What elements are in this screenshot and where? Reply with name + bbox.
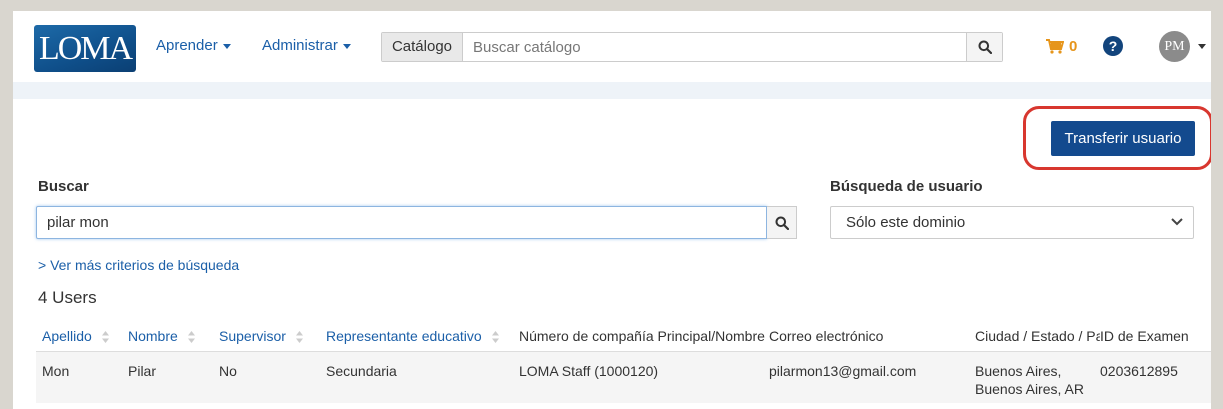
cell-rep: Secundaria	[326, 351, 519, 403]
subheader-strip	[13, 82, 1211, 99]
cell-first-name: Pilar	[128, 351, 219, 403]
catalog-label[interactable]: Catálogo	[382, 33, 463, 61]
catalog-search-input[interactable]	[463, 33, 966, 61]
users-table: Apellido Nombre Supervisor Representante…	[36, 324, 1211, 403]
column-header-supervisor[interactable]: Supervisor	[219, 324, 326, 352]
user-search-input[interactable]	[36, 206, 767, 239]
cell-last-name: Mon	[36, 351, 128, 403]
results-count: 4 Users	[38, 288, 97, 307]
caret-down-icon	[222, 43, 231, 49]
cell-city: Buenos Aires, Buenos Aires, AR	[975, 351, 1100, 403]
search-icon	[978, 40, 992, 54]
frame-right	[1211, 0, 1223, 409]
user-search-button[interactable]	[767, 206, 797, 239]
cell-email: pilarmon13@gmail.com	[769, 351, 975, 403]
help-icon[interactable]: ?	[1103, 36, 1123, 56]
column-header-compania: Número de compañía Principal/Nombre	[519, 324, 769, 352]
column-header-representante[interactable]: Representante educativo	[326, 324, 519, 352]
caret-down-icon	[342, 43, 351, 49]
cart-button[interactable]: 0	[1046, 38, 1077, 55]
more-search-criteria-link[interactable]: > Ver más criterios de búsqueda	[38, 257, 239, 273]
frame-top	[0, 0, 1223, 11]
sort-icon	[491, 331, 499, 343]
cart-count: 0	[1069, 38, 1078, 55]
table-row[interactable]: Mon Pilar No Secundaria LOMA Staff (1000…	[36, 351, 1211, 403]
nav-learn-label: Aprender	[156, 37, 218, 54]
loma-logo[interactable]: LOMA	[34, 25, 136, 72]
user-avatar[interactable]: PM	[1159, 31, 1190, 62]
user-search-scope-value: Sólo este dominio	[846, 214, 966, 231]
app-window: LOMA Aprender Administrar Catálogo Busca…	[13, 11, 1211, 409]
cell-exam-id: 0203612895	[1100, 351, 1211, 403]
table-header-row: Apellido Nombre Supervisor Representante…	[36, 324, 1211, 352]
cart-icon	[1046, 39, 1064, 54]
user-search-label: Búsqueda de usuario	[830, 178, 983, 195]
sort-icon	[101, 331, 109, 343]
user-search-scope-select[interactable]: Sólo este dominio	[830, 206, 1194, 239]
user-search-group	[36, 206, 797, 239]
user-menu-caret-icon[interactable]	[1198, 44, 1206, 49]
cell-supervisor: No	[219, 351, 326, 403]
sort-icon	[295, 331, 303, 343]
nav-admin-menu[interactable]: Administrar	[262, 37, 351, 54]
frame-left	[0, 0, 13, 409]
transfer-user-button[interactable]: Transferir usuario	[1051, 121, 1195, 156]
column-header-ciudad: Ciudad / Estado / País	[975, 324, 1100, 352]
cell-company: LOMA Staff (1000120)	[519, 351, 769, 403]
top-navbar: LOMA Aprender Administrar Catálogo Busca…	[13, 11, 1211, 82]
search-icon	[775, 216, 789, 230]
sort-icon	[187, 331, 195, 343]
catalog-search-button[interactable]	[966, 33, 1002, 61]
catalog-search-group: Catálogo	[381, 32, 1003, 62]
column-header-correo: Correo electrónico	[769, 324, 975, 352]
column-header-apellido[interactable]: Apellido	[36, 324, 128, 352]
column-header-id-examen: ID de Examen	[1100, 324, 1211, 352]
nav-learn-menu[interactable]: Aprender	[156, 37, 231, 54]
chevron-down-icon	[1171, 218, 1183, 226]
column-header-nombre[interactable]: Nombre	[128, 324, 219, 352]
nav-admin-label: Administrar	[262, 37, 338, 54]
search-label: Buscar	[38, 178, 89, 195]
